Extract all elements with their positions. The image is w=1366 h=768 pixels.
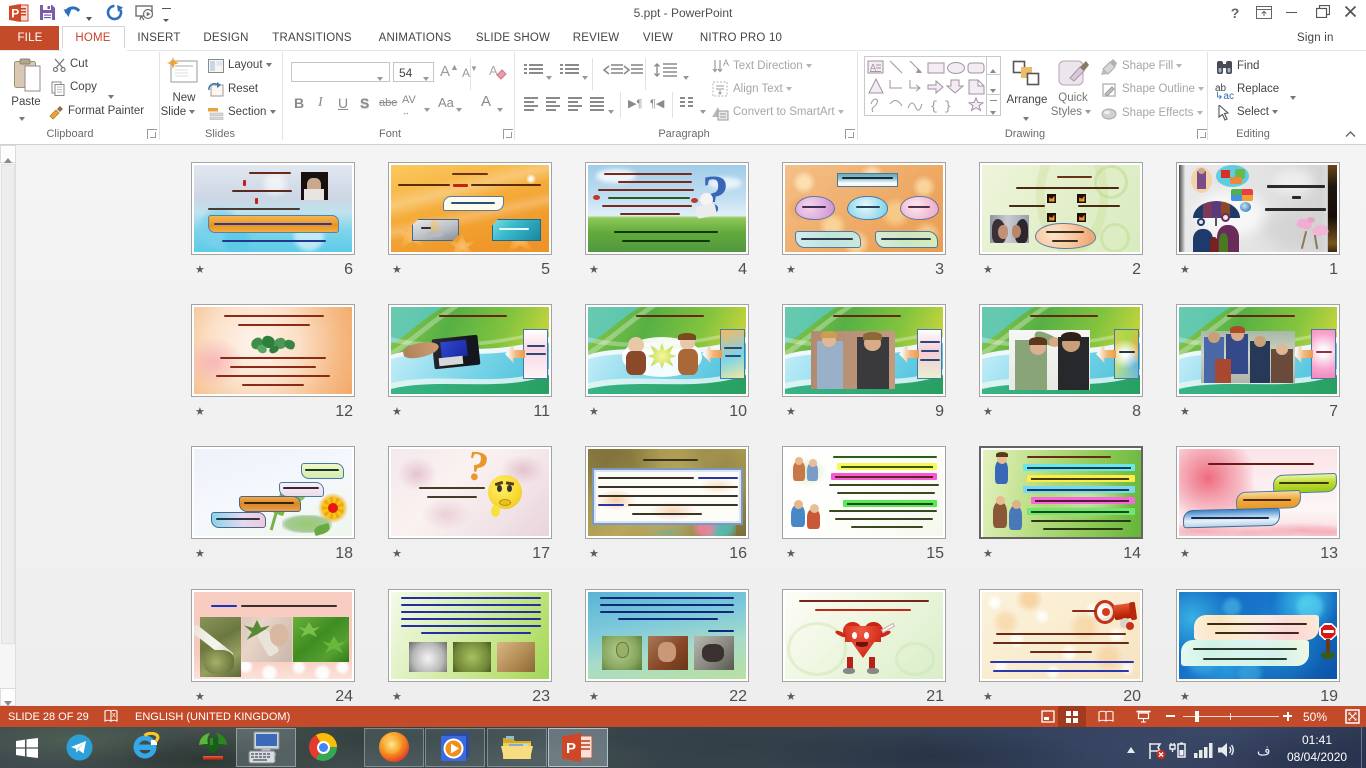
svg-text:P: P <box>566 740 576 757</box>
svg-text:{: { <box>930 99 938 114</box>
svg-text:}: } <box>944 99 952 114</box>
svg-text:A: A <box>489 63 498 78</box>
svg-text:x: x <box>112 712 116 719</box>
svg-text:A: A <box>723 58 729 68</box>
